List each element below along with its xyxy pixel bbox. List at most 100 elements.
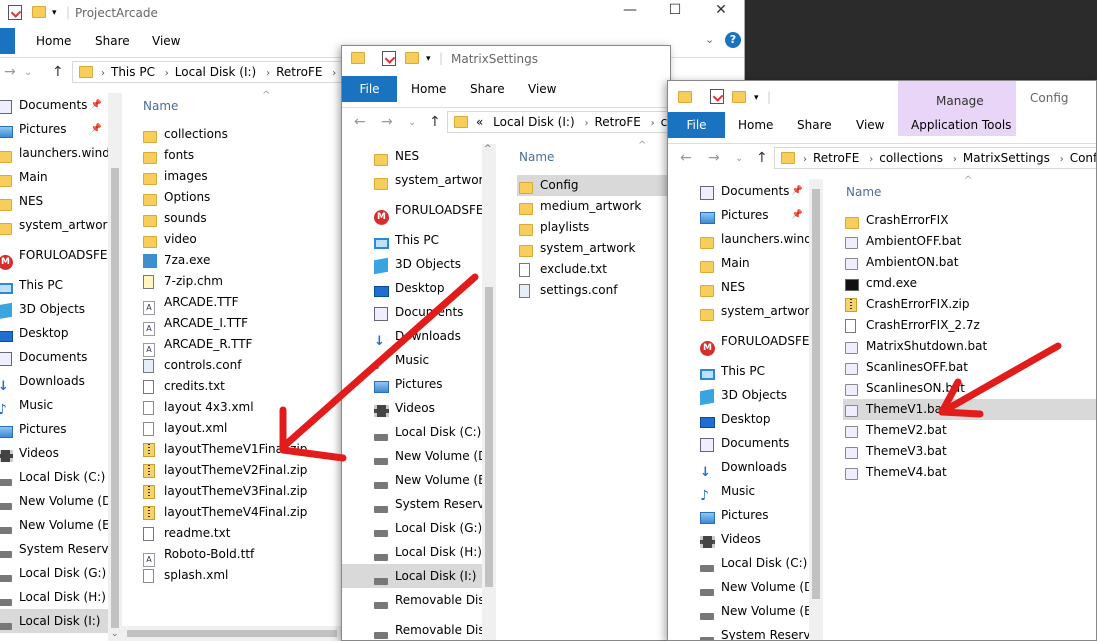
minimize-button[interactable]: — xyxy=(607,2,653,18)
up-icon[interactable]: ↑ xyxy=(429,114,441,130)
sidebar-item-system-reserved[interactable]: System Reserved xyxy=(342,492,482,516)
sidebar-item-new-volume-d[interactable]: New Volume (D: xyxy=(342,444,482,468)
nav-scrollbar[interactable]: ^ xyxy=(482,144,496,640)
tab-application-tools[interactable]: Application Tools xyxy=(911,118,1011,132)
list-item-scanlinesoff-bat[interactable]: ScanlinesOFF.bat xyxy=(843,357,1096,378)
sidebar-item-pictures[interactable]: Pictures 📌 xyxy=(668,203,809,227)
sidebar-item-music[interactable]: ♪Music xyxy=(0,393,108,418)
list-item-options[interactable]: Options xyxy=(141,187,341,208)
sidebar-item-removable-disk-j[interactable]: Removable Disk (J xyxy=(342,618,482,640)
sidebar-item-videos[interactable]: Videos xyxy=(0,441,108,465)
list-item-ambienton-bat[interactable]: AmbientON.bat xyxy=(843,252,1096,273)
tab-view[interactable]: View xyxy=(856,118,884,132)
forward-icon[interactable]: → xyxy=(381,114,393,130)
sidebar-item-pictures[interactable]: Pictures xyxy=(0,417,108,441)
nav-scrollbar[interactable]: ⌄ xyxy=(108,93,122,641)
list-item-layoutthemev4final-zip[interactable]: layoutThemeV4Final.zip xyxy=(141,502,341,523)
sidebar-item-3d-objects[interactable]: 3D Objects xyxy=(668,383,809,407)
sidebar-item-launchers-windo[interactable]: launchers.windo xyxy=(668,227,809,251)
list-item-credits-txt[interactable]: credits.txt xyxy=(141,376,341,397)
list-item-7za-exe[interactable]: 7za.exe xyxy=(141,250,341,271)
maximize-button[interactable]: ☐ xyxy=(652,2,698,18)
sidebar-item-main[interactable]: Main xyxy=(0,165,108,189)
list-item-playlists[interactable]: playlists xyxy=(517,217,670,238)
tab-share[interactable]: Share xyxy=(470,82,505,96)
up-icon[interactable]: ↑ xyxy=(52,64,64,80)
sidebar-item-foruloadsfeb20[interactable]: M FORULOADSFEB20 xyxy=(0,243,108,270)
sidebar-item-pictures[interactable]: Pictures xyxy=(342,372,482,396)
sidebar-item-nes[interactable]: NES xyxy=(0,189,108,213)
file-tab[interactable]: File xyxy=(668,112,725,138)
list-item-cmd-exe[interactable]: cmd.exe xyxy=(843,273,1096,294)
list-item-crasherrorfix[interactable]: CrashErrorFIX xyxy=(843,210,1096,231)
list-item-themev2-bat[interactable]: ThemeV2.bat xyxy=(843,420,1096,441)
sidebar-item-new-volume-e[interactable]: New Volume (E:) xyxy=(668,599,809,623)
list-item-themev3-bat[interactable]: ThemeV3.bat xyxy=(843,441,1096,462)
list-item-arcade-r-ttf[interactable]: A ARCADE_R.TTF xyxy=(141,334,341,357)
column-header-name[interactable]: Name xyxy=(846,185,881,199)
nav-scrollbar[interactable] xyxy=(809,179,823,640)
sidebar-item-local-disk-c[interactable]: Local Disk (C:) xyxy=(0,465,108,489)
sidebar-item-documents[interactable]: Documents xyxy=(0,345,108,369)
breadcrumb-this-pc[interactable]: This PC xyxy=(111,65,155,79)
list-item-layoutthemev1final-zip[interactable]: layoutThemeV1Final.zip xyxy=(141,439,341,460)
tab-view[interactable]: View xyxy=(528,82,556,96)
list-item-arcade-ttf[interactable]: A ARCADE.TTF xyxy=(141,292,341,315)
list-item-arcade-i-ttf[interactable]: A ARCADE_I.TTF xyxy=(141,313,341,336)
sidebar-item-system-reserved[interactable]: System Reserved xyxy=(0,537,108,561)
back-icon[interactable]: → xyxy=(4,64,16,80)
sidebar-item-new-volume-d[interactable]: New Volume (D: xyxy=(0,489,108,513)
sidebar-item-documents[interactable]: Documents xyxy=(668,431,809,455)
list-item-themev1-bat[interactable]: ThemeV1.bat xyxy=(843,399,1096,420)
sidebar-item-new-volume-e[interactable]: New Volume (E:) xyxy=(342,468,482,492)
manage-tab[interactable]: Manage xyxy=(936,94,984,108)
recent-dropdown-icon[interactable]: ⌄ xyxy=(735,153,743,164)
tab-view[interactable]: View xyxy=(152,34,180,48)
new-folder-icon[interactable] xyxy=(405,51,421,67)
sidebar-item-local-disk-c[interactable]: Local Disk (C:) xyxy=(668,551,809,575)
sidebar-item-system-artwork[interactable]: system_artwork xyxy=(668,299,809,323)
sidebar-item-system-artwork[interactable]: system_artwork xyxy=(342,168,482,192)
list-item-splash-xml[interactable]: splash.xml xyxy=(141,565,341,586)
recent-dropdown-icon[interactable]: ⌄ xyxy=(408,117,416,128)
list-item-ambientoff-bat[interactable]: AmbientOFF.bat xyxy=(843,231,1096,252)
sidebar-item-foruloadsfeb20[interactable]: M FORULOADSFEB20 xyxy=(342,198,482,225)
sidebar-item-downloads[interactable]: ↓Downloads xyxy=(342,324,482,349)
sidebar-item-pictures[interactable]: Pictures xyxy=(668,503,809,527)
sidebar-item-local-disk-i[interactable]: Local Disk (I:) xyxy=(0,609,108,633)
sidebar-item-videos[interactable]: Videos xyxy=(342,396,482,420)
breadcrumb-collections[interactable]: collections xyxy=(879,151,943,165)
forward-icon[interactable]: → xyxy=(708,150,720,166)
list-item-system-artwork[interactable]: system_artwork xyxy=(517,238,670,259)
column-header-name[interactable]: Name xyxy=(143,99,178,113)
list-item-config[interactable]: Config xyxy=(517,175,670,196)
address-path[interactable]: « Local Disk (I:) ›RetroFE ›colle xyxy=(447,111,670,133)
list-item-crasherrorfix-zip[interactable]: CrashErrorFIX.zip xyxy=(843,294,1096,315)
list-item-images[interactable]: images xyxy=(141,166,341,187)
address-path[interactable]: ›This PC ›Local Disk (I:) ›RetroFE ›la xyxy=(72,61,352,83)
sidebar-item-local-disk-h[interactable]: Local Disk (H:) xyxy=(342,540,482,564)
sidebar-item-local-disk-g[interactable]: Local Disk (G:) xyxy=(0,561,108,585)
list-item-layoutthemev2final-zip[interactable]: layoutThemeV2Final.zip xyxy=(141,460,341,481)
list-item-roboto-bold-ttf[interactable]: A Roboto-Bold.ttf xyxy=(141,544,341,567)
sidebar-item-3d-objects[interactable]: 3D Objects xyxy=(342,252,482,276)
sidebar-item-system-reserved[interactable]: System Reserved xyxy=(668,623,809,640)
list-item-medium-artwork[interactable]: medium_artwork xyxy=(517,196,670,217)
sidebar-item-local-disk-h[interactable]: Local Disk (H:) xyxy=(0,585,108,609)
tab-home[interactable]: Home xyxy=(411,82,446,96)
sidebar-item-music[interactable]: ♪Music xyxy=(668,479,809,504)
new-folder-icon[interactable] xyxy=(732,90,748,106)
breadcrumb-overflow[interactable]: « xyxy=(476,115,483,129)
sidebar-item-local-disk-c[interactable]: Local Disk (C:) xyxy=(342,420,482,444)
close-button[interactable]: ✕ xyxy=(698,2,744,18)
breadcrumb-matrixsettings[interactable]: MatrixSettings xyxy=(963,151,1050,165)
sidebar-item-nes[interactable]: NES xyxy=(342,144,482,168)
sidebar-item-system-artwork[interactable]: system_artwork xyxy=(0,213,108,237)
list-item-video[interactable]: video xyxy=(141,229,341,250)
list-item-sounds[interactable]: sounds xyxy=(141,208,341,229)
new-folder-icon[interactable] xyxy=(32,5,48,21)
back-icon[interactable]: ← xyxy=(354,114,366,130)
properties-icon[interactable] xyxy=(8,5,24,21)
sidebar-item-documents[interactable]: Documents 📌 xyxy=(668,179,809,203)
sidebar-item-desktop[interactable]: Desktop xyxy=(668,407,809,431)
